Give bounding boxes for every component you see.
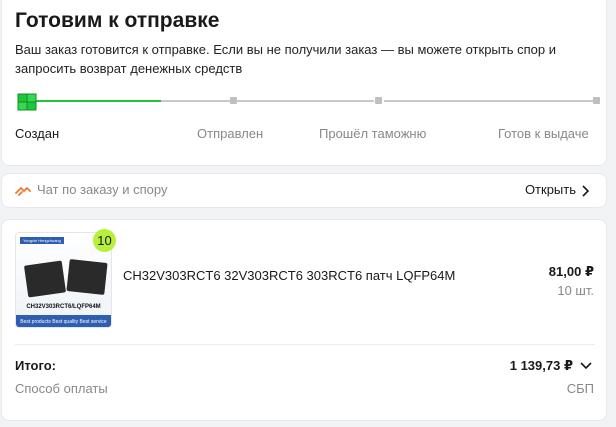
product-name[interactable]: CH32V303RCT6 32V303RCT6 303RCT6 патч LQF… bbox=[123, 268, 455, 283]
total-value[interactable]: 1 139,73 ₽ bbox=[510, 358, 573, 374]
chat-label: Чат по заказу и спору bbox=[37, 182, 168, 197]
order-chat-row[interactable]: Чат по заказу и спору Открыть bbox=[1, 173, 607, 208]
progress-line-done bbox=[36, 100, 161, 102]
product-quantity: 10 шт. bbox=[557, 283, 594, 298]
chevron-down-icon[interactable] bbox=[580, 361, 592, 370]
handshake-icon bbox=[15, 187, 31, 196]
order-summary-card: Yongxin Hengchuang CH32V303RCT6/LQFP64M … bbox=[1, 219, 607, 421]
chip-graphic bbox=[66, 259, 108, 295]
image-brand-label: Yongxin Hengchuang bbox=[20, 237, 64, 244]
step-dot-ready bbox=[593, 97, 600, 104]
progress-line-pending bbox=[384, 100, 594, 102]
quantity-badge: 10 bbox=[93, 229, 116, 252]
image-banner: Best products Best quality Best service bbox=[16, 315, 111, 327]
total-label: Итого: bbox=[15, 358, 56, 373]
payment-method-value: СБП bbox=[566, 381, 594, 396]
delivery-progress-track bbox=[16, 91, 600, 111]
product-price: 81,00 ₽ bbox=[548, 264, 594, 279]
step-label-created: Создан bbox=[15, 126, 60, 141]
payment-method-label: Способ оплаты bbox=[15, 381, 108, 396]
open-chat-button[interactable]: Открыть bbox=[525, 182, 576, 197]
chevron-right-icon bbox=[582, 185, 590, 197]
image-model-label: CH32V303RCT6/LQFP64M bbox=[26, 304, 101, 310]
order-status-card: Готовим к отправке Ваш заказ готовится к… bbox=[1, 0, 607, 166]
step-label-shipped: Отправлен bbox=[197, 126, 264, 141]
status-title: Готовим к отправке bbox=[15, 9, 220, 32]
chip-graphic bbox=[23, 260, 67, 298]
step-label-ready: Готов к выдаче bbox=[498, 126, 589, 141]
step-label-customs: Прошёл таможню bbox=[319, 126, 427, 141]
divider bbox=[15, 344, 595, 345]
step-dot-customs bbox=[375, 97, 382, 104]
package-icon bbox=[17, 93, 37, 111]
progress-line-pending bbox=[236, 100, 374, 102]
progress-line-pending bbox=[161, 100, 231, 102]
status-description: Ваш заказ готовится к отправке. Если вы … bbox=[15, 42, 556, 76]
